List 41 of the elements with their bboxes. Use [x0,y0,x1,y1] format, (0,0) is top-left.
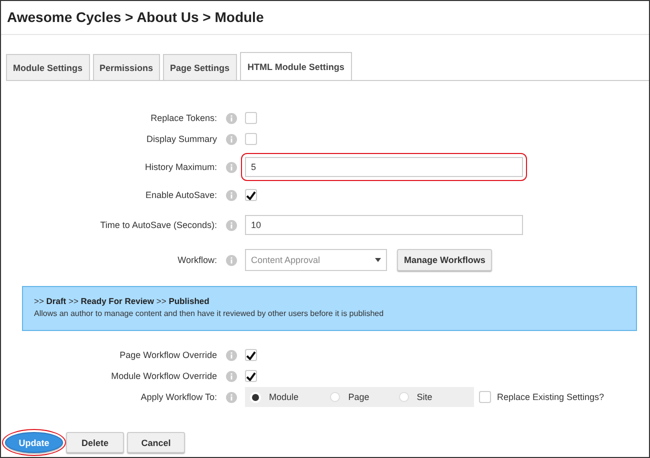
field-label: Time to AutoSave (Seconds): [99,220,217,230]
caret-icon [375,258,381,262]
field-label: Replace Tokens: [150,113,217,123]
info-icon [226,112,236,124]
workflow-description: Allows an author to manage content and then have it reviewed by other users before it is published [34,309,385,318]
info-icon [226,392,236,402]
text-field[interactable]: 5 [245,157,523,177]
radio-button[interactable] [398,392,409,402]
field-label: Module Workflow Override [110,371,217,381]
info-icon [226,190,236,200]
action-button[interactable]: Delete [66,432,124,453]
manage-workflows-button[interactable]: Manage Workflows [397,249,492,271]
checkbox-label: Replace Existing Settings? [497,392,604,402]
checkbox[interactable] [245,189,257,201]
workflow-dropdown[interactable]: Content Approval [245,249,387,271]
info-icon [226,254,236,266]
workflow-steps: >> Draft >> Ready For Review >> Published [34,296,625,306]
field-label: Workflow: [176,255,217,265]
tab[interactable]: Page Settings [163,54,237,80]
checkbox[interactable] [245,349,257,361]
radio-label: Site [416,392,432,402]
radio-button[interactable] [330,392,340,402]
action-button[interactable]: Cancel [127,432,185,453]
info-icon [226,350,236,360]
field-label: Apply Workflow To: [140,392,217,402]
info-icon [226,370,236,382]
info-icon [226,162,236,172]
info-icon [226,134,236,144]
field-label: Display Summary [145,134,217,144]
radio-label: Module [269,392,299,402]
radio-label: Page [348,392,370,402]
tab[interactable]: Permissions [92,54,160,80]
tab[interactable]: HTML Module Settings [240,52,352,80]
window-title: Awesome Cycles > About Us > Module [1,1,649,35]
field-label: Enable AutoSave: [144,190,217,200]
checkbox[interactable] [245,370,257,382]
text-field[interactable]: 10 [245,215,523,235]
field-label: History Maximum: [144,162,217,172]
field-label: Page Workflow Override [118,350,217,360]
tab[interactable]: Module Settings [6,54,90,80]
info-icon [226,220,236,230]
